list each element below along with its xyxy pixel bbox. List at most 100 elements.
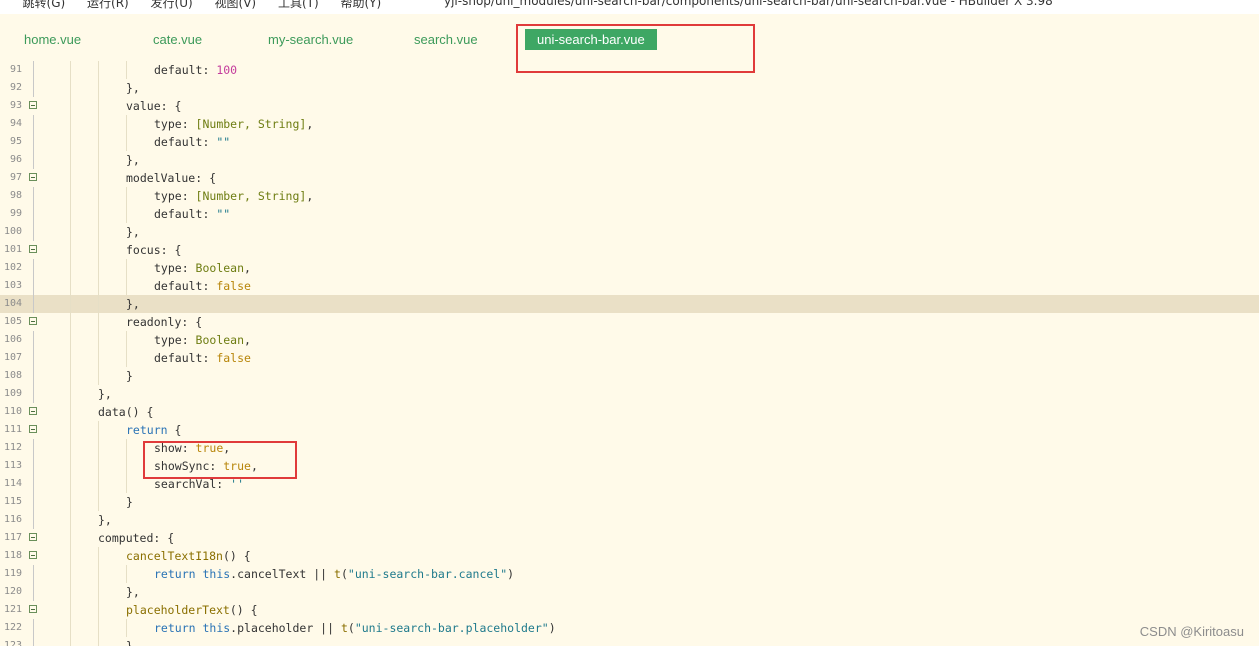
indent-guide: [70, 61, 71, 79]
code-line[interactable]: 114 searchVal: '': [0, 475, 1259, 493]
code-text: }: [126, 493, 133, 511]
fold-toggle-icon[interactable]: [29, 425, 37, 433]
line-number: 108: [3, 370, 22, 381]
code-line[interactable]: 118 cancelTextI18n() {: [0, 547, 1259, 565]
code-line[interactable]: 117 computed: {: [0, 529, 1259, 547]
menu-item-view[interactable]: 视图(V): [215, 0, 257, 10]
code-line[interactable]: 96},: [0, 151, 1259, 169]
indent-guide: [70, 313, 71, 331]
code-token: [Number, String]: [195, 117, 307, 131]
line-number: 120: [3, 586, 22, 597]
tab-home-vue[interactable]: home.vue: [24, 30, 81, 50]
tab-my-search-vue[interactable]: my-search.vue: [268, 30, 353, 50]
code-line[interactable]: 105 readonly: {: [0, 313, 1259, 331]
code-token: focus: {: [126, 243, 182, 257]
indent-guide: [126, 439, 127, 457]
tab-cate-vue[interactable]: cate.vue: [153, 30, 202, 50]
code-token: default:: [154, 279, 217, 293]
code-token: },: [98, 513, 112, 527]
fold-toggle-icon[interactable]: [29, 317, 37, 325]
code-token: 100: [216, 63, 238, 77]
line-number: 97: [9, 172, 22, 183]
tab-uni-search-bar-vue[interactable]: uni-search-bar.vue: [525, 29, 657, 50]
code-line[interactable]: 109},: [0, 385, 1259, 403]
line-number: 106: [3, 334, 22, 345]
line-number: 107: [3, 352, 22, 363]
menu-item[interactable]: ): [0, 0, 1, 10]
fold-guide-line: [33, 133, 34, 151]
code-line[interactable]: 119 return this.cancelText || t("uni-sear…: [0, 565, 1259, 583]
fold-toggle-icon[interactable]: [29, 605, 37, 613]
code-line[interactable]: 100},: [0, 223, 1259, 241]
indent-guide: [98, 115, 99, 133]
fold-guide-line: [33, 295, 34, 313]
indent-guide: [126, 133, 127, 151]
fold-toggle-icon[interactable]: [29, 551, 37, 559]
code-line[interactable]: 116},: [0, 511, 1259, 529]
code-token: return: [154, 567, 203, 581]
code-token: ,: [223, 441, 231, 455]
indent-guide: [126, 349, 127, 367]
code-line[interactable]: 94 type: [Number, String],: [0, 115, 1259, 133]
code-line[interactable]: 112 show: true,: [0, 439, 1259, 457]
code-line[interactable]: 101 focus: {: [0, 241, 1259, 259]
fold-toggle-icon[interactable]: [29, 533, 37, 541]
code-text: },: [98, 385, 112, 403]
indent-guide: [98, 619, 99, 637]
code-line[interactable]: 123}: [0, 637, 1259, 646]
code-line[interactable]: 107 default: false: [0, 349, 1259, 367]
code-token: "": [216, 135, 231, 149]
code-line[interactable]: 106 type: Boolean,: [0, 331, 1259, 349]
indent-guide: [98, 601, 99, 619]
menu-item-run[interactable]: 运行(R): [87, 0, 129, 10]
code-line[interactable]: 120},: [0, 583, 1259, 601]
code-token: return: [126, 423, 168, 437]
code-line[interactable]: 108}: [0, 367, 1259, 385]
menu-item-help[interactable]: 帮助(Y): [340, 0, 381, 10]
code-editor[interactable]: 91 default: 100 92}, 93 value: {94 type: [Num…: [0, 58, 1259, 646]
indent-guide: [70, 259, 71, 277]
indent-guide: [98, 151, 99, 169]
code-line[interactable]: 111 return {: [0, 421, 1259, 439]
indent-guide: [70, 583, 71, 601]
code-line[interactable]: 110 data() {: [0, 403, 1259, 421]
indent-guide: [126, 187, 127, 205]
code-line[interactable]: 122 return this.placeholder || t("uni-sea…: [0, 619, 1259, 637]
fold-toggle-icon[interactable]: [29, 173, 37, 181]
code-token: type:: [154, 117, 196, 131]
code-line[interactable]: 99 default: "": [0, 205, 1259, 223]
code-line[interactable]: 92},: [0, 79, 1259, 97]
fold-toggle-icon[interactable]: [29, 245, 37, 253]
code-line[interactable]: 102 type: Boolean,: [0, 259, 1259, 277]
code-line[interactable]: 104},: [0, 295, 1259, 313]
code-line[interactable]: 121 placeholderText() {: [0, 601, 1259, 619]
menu-item-publish[interactable]: 发行(U): [151, 0, 193, 10]
code-token: type:: [154, 189, 196, 203]
code-line[interactable]: 91 default: 100: [0, 61, 1259, 79]
indent-guide: [98, 331, 99, 349]
code-text: computed: {: [98, 529, 174, 547]
code-line[interactable]: 95 default: "": [0, 133, 1259, 151]
code-line[interactable]: 97 modelValue: {: [0, 169, 1259, 187]
code-token: {: [167, 423, 182, 437]
indent-guide: [126, 475, 127, 493]
code-line[interactable]: 113 showSync: true,: [0, 457, 1259, 475]
line-number: 115: [3, 496, 22, 507]
indent-guide: [98, 583, 99, 601]
menu-item-goto[interactable]: 跳转(G): [23, 0, 66, 10]
code-line[interactable]: 115}: [0, 493, 1259, 511]
indent-guide: [70, 457, 71, 475]
fold-toggle-icon[interactable]: [29, 407, 37, 415]
code-line[interactable]: 103 default: false: [0, 277, 1259, 295]
tab-search-vue[interactable]: search.vue: [414, 30, 478, 50]
fold-toggle-icon[interactable]: [29, 101, 37, 109]
indent-guide: [70, 565, 71, 583]
line-number: 93: [9, 100, 22, 111]
indent-guide: [70, 79, 71, 97]
code-line[interactable]: 93 value: {: [0, 97, 1259, 115]
indent-guide: [126, 115, 127, 133]
indent-guide: [70, 421, 71, 439]
code-line[interactable]: 98 type: [Number, String],: [0, 187, 1259, 205]
code-token: },: [126, 153, 140, 167]
menu-item-tools[interactable]: 工具(T): [278, 0, 319, 10]
